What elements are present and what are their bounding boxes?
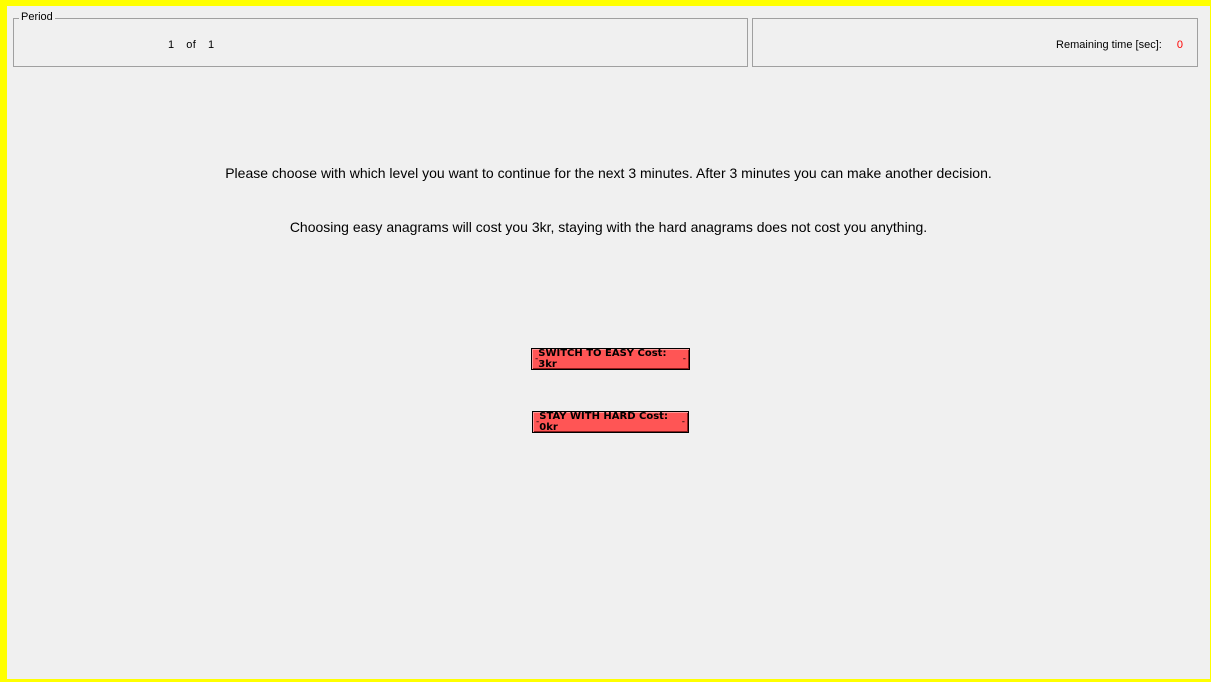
remaining-time-value: 0 <box>1176 39 1183 51</box>
remaining-time: Remaining time [sec]: 0 <box>1056 39 1183 51</box>
focus-marker-right: - <box>682 354 686 364</box>
stay-with-hard-button[interactable]: - STAY WITH HARD Cost: 0kr - <box>532 411 689 433</box>
instruction-line-2: Choosing easy anagrams will cost you 3kr… <box>289 219 928 235</box>
period-total: 1 <box>207 39 215 51</box>
main-window: Period 1 of 1 Remaining time [sec]: 0 Pl… <box>7 6 1210 679</box>
stay-with-hard-label: STAY WITH HARD Cost: 0kr <box>539 411 668 433</box>
period-groupbox: Period 1 of 1 <box>13 11 748 67</box>
period-of-label: of <box>186 39 197 51</box>
switch-to-easy-button[interactable]: - SWITCH TO EASY Cost: 3kr - <box>531 348 690 370</box>
instruction-line-1: Please choose with which level you want … <box>225 165 992 181</box>
period-current: 1 <box>168 39 175 51</box>
period-counter: 1 of 1 <box>168 39 223 51</box>
switch-to-easy-label: SWITCH TO EASY Cost: 3kr <box>538 348 667 370</box>
period-legend: Period <box>19 11 55 23</box>
remaining-time-label: Remaining time [sec]: <box>1056 39 1162 51</box>
timer-groupbox: Remaining time [sec]: 0 <box>752 18 1198 67</box>
focus-marker-right: - <box>681 417 685 427</box>
